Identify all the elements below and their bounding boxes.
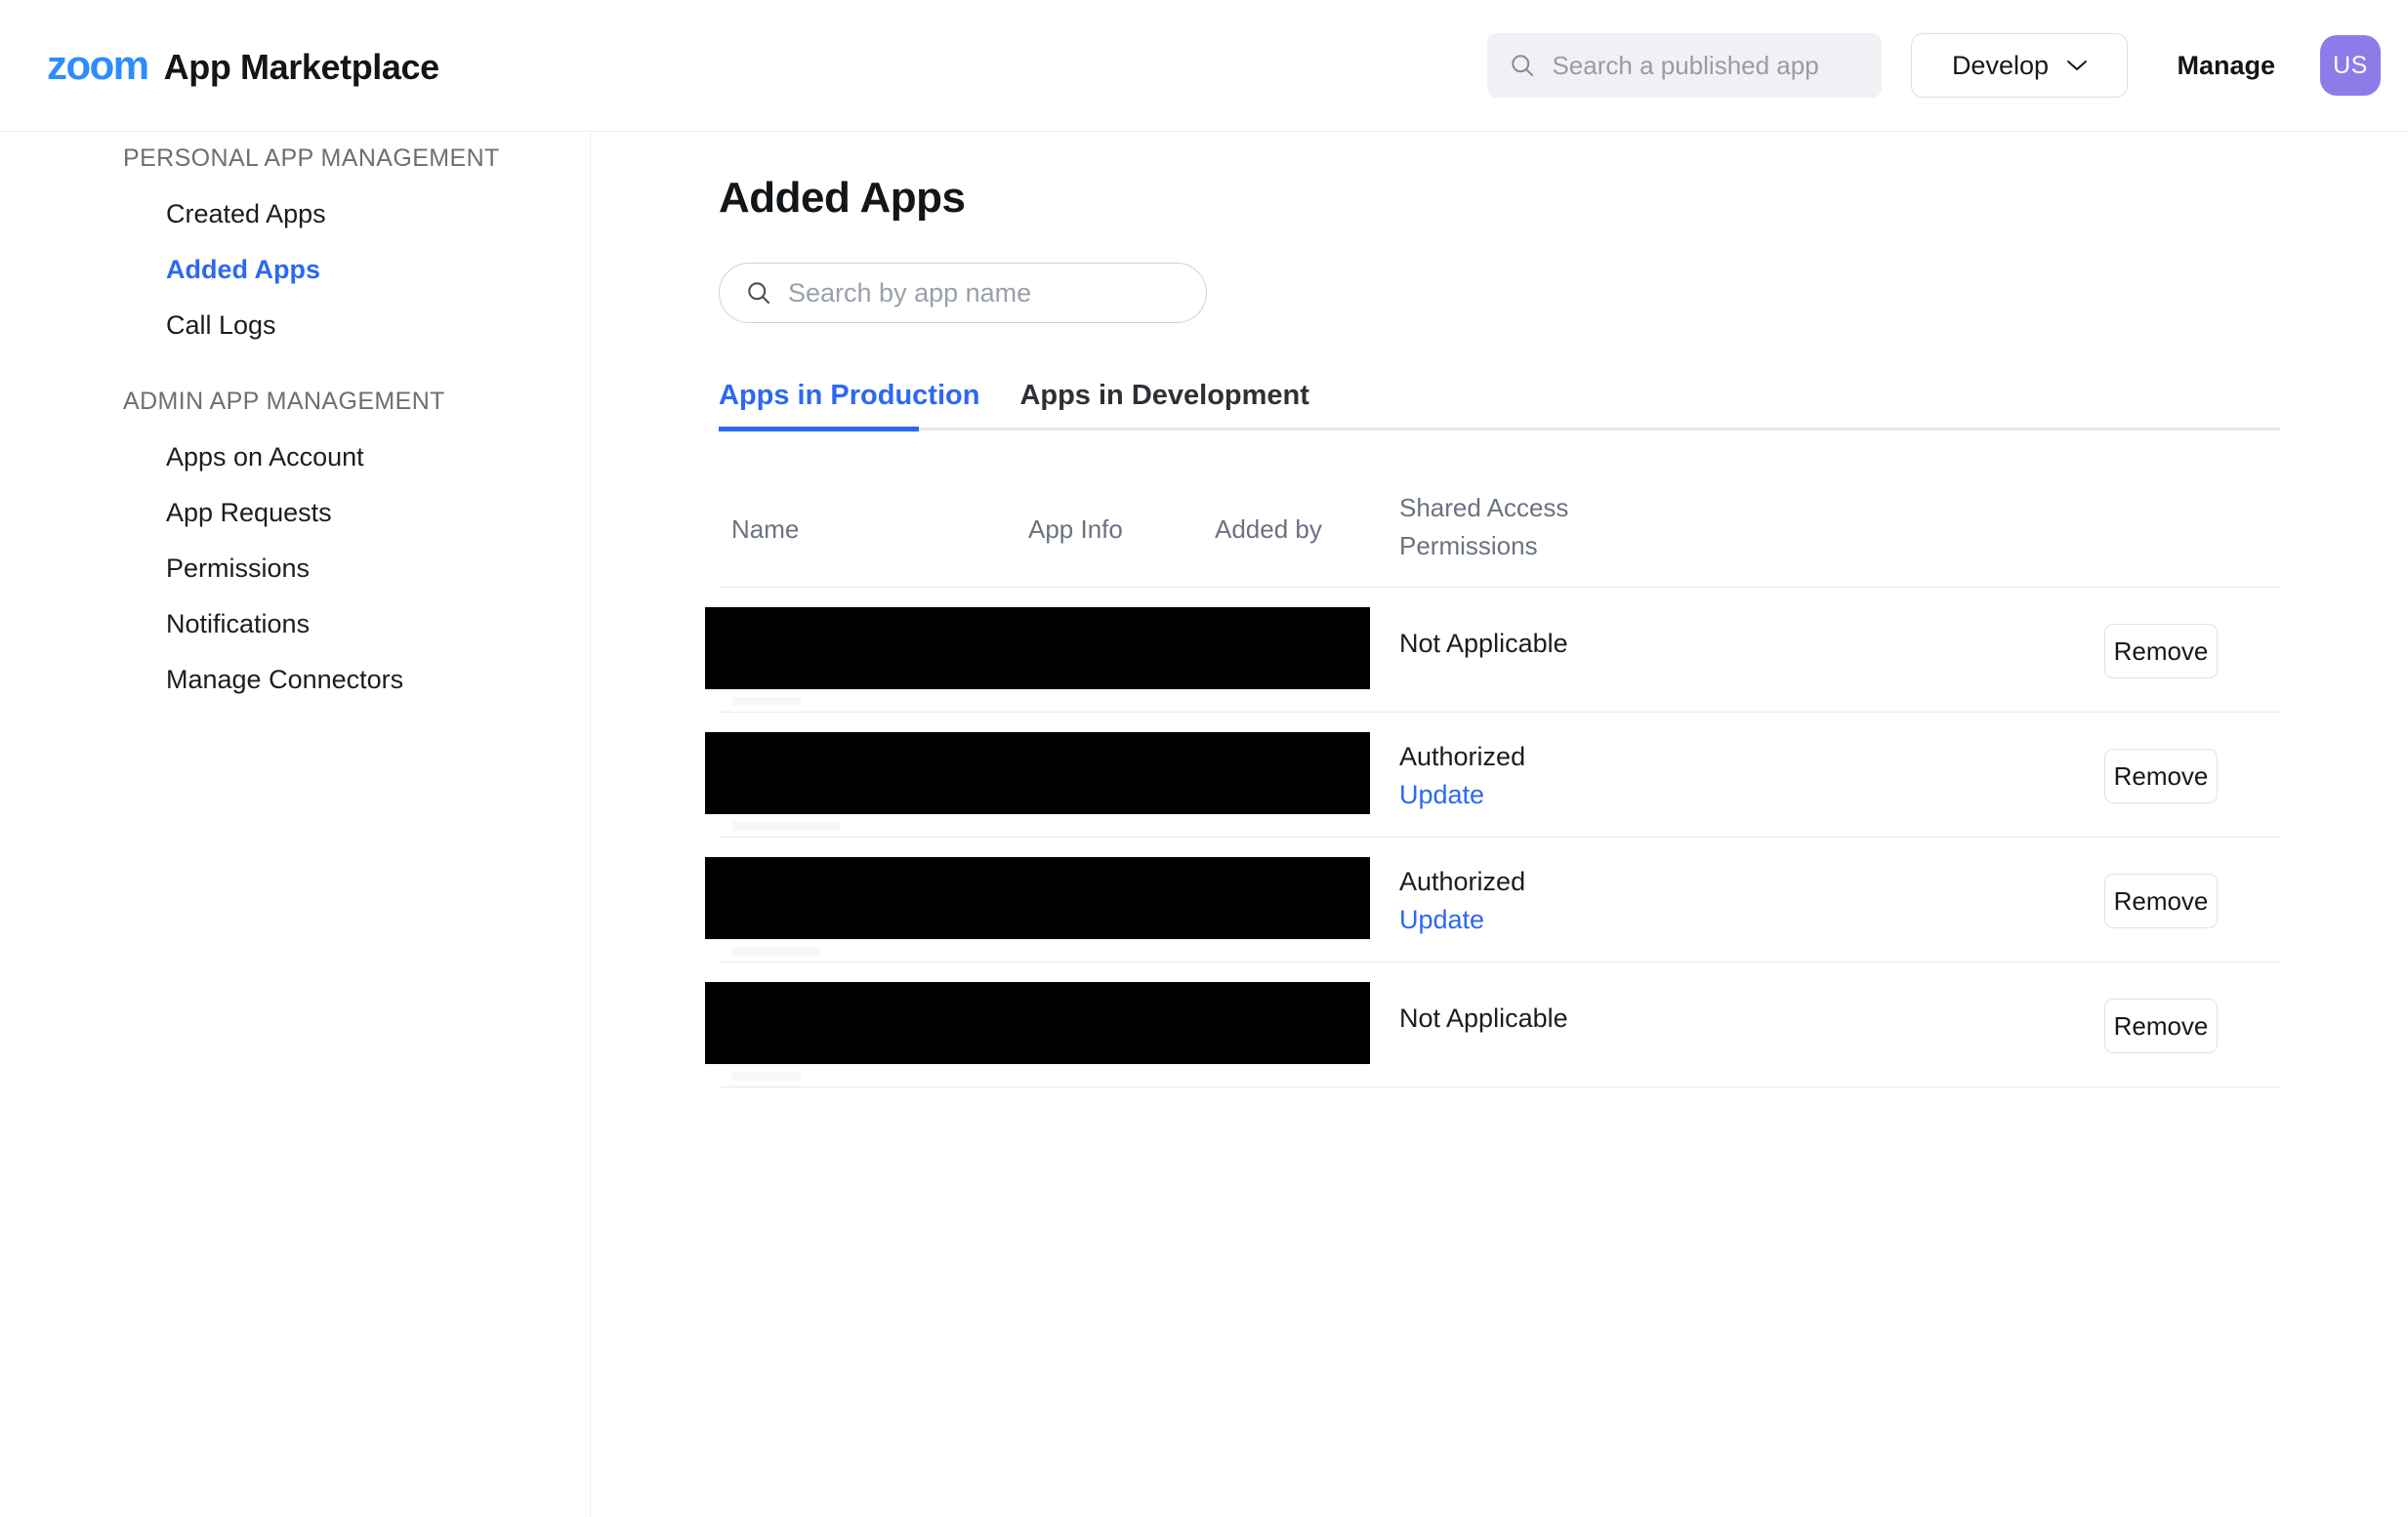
tab-apps-in-development[interactable]: Apps in Development [993,380,1323,428]
remove-button[interactable]: Remove [2104,999,2218,1053]
permission-status: Authorized Update [1399,866,1525,937]
update-permission-link[interactable]: Update [1399,779,1525,812]
search-icon [1509,52,1536,79]
brand[interactable]: zoom App Marketplace [47,45,439,86]
remove-button[interactable]: Remove [2104,749,2218,803]
avatar-initials: US [2333,52,2368,80]
permission-status-label: Not Applicable [1399,1004,1568,1033]
update-permission-link[interactable]: Update [1399,904,1525,937]
top-header: zoom App Marketplace Search a published … [0,0,2408,132]
table-row: Not Applicable Remove [719,963,2280,1087]
sidebar-item-call-logs[interactable]: Call Logs [166,310,276,341]
sidebar-item-notifications[interactable]: Notifications [166,609,310,639]
column-header-perm-line2: Permissions [1399,531,1575,561]
tabs-underline [719,428,2280,430]
sidebar-group-title-personal: PERSONAL APP MANAGEMENT [123,144,500,173]
develop-button-label: Develop [1952,53,2049,79]
permission-status-label: Not Applicable [1399,629,1568,658]
sidebar: PERSONAL APP MANAGEMENT Created Apps Add… [0,133,591,1517]
develop-button[interactable]: Develop [1911,33,2128,98]
table-header-row: Name App Info Added by Shared Access Per… [719,463,2280,588]
sidebar-item-manage-connectors[interactable]: Manage Connectors [166,665,403,695]
redacted-subtext [732,1072,801,1081]
column-header-app-info: App Info [1028,514,1123,545]
page-title: Added Apps [719,174,965,223]
remove-button[interactable]: Remove [2104,874,2218,928]
redacted-app-content [705,857,1370,939]
table-row: Not Applicable Remove [719,588,2280,713]
zoom-logo: zoom [47,45,148,86]
permission-status: Not Applicable [1399,1003,1568,1036]
app-name-search-input[interactable]: Search by app name [719,263,1207,323]
tab-apps-in-production[interactable]: Apps in Production [719,380,993,428]
global-search-input[interactable]: Search a published app [1487,33,1882,98]
table-row: Authorized Update Remove [719,838,2280,963]
sidebar-item-created-apps[interactable]: Created Apps [166,199,326,229]
sidebar-group-title-admin: ADMIN APP MANAGEMENT [123,388,445,416]
sidebar-item-permissions[interactable]: Permissions [166,554,310,584]
app-name-search-placeholder: Search by app name [788,280,1031,307]
redacted-app-content [705,732,1370,814]
redacted-subtext [732,947,820,956]
redacted-subtext [732,822,840,831]
added-apps-table: Name App Info Added by Shared Access Per… [719,463,2280,1087]
permission-status: Authorized Update [1399,741,1525,812]
global-search-placeholder: Search a published app [1552,53,1818,78]
app-marketplace-title: App Marketplace [164,50,439,85]
tabs-row: Apps in Production Apps in Development [719,367,2280,428]
permission-status-label: Authorized [1399,742,1525,771]
manage-link[interactable]: Manage [2153,53,2299,79]
sidebar-item-added-apps[interactable]: Added Apps [166,255,320,285]
chevron-down-icon [2066,59,2088,72]
column-header-name: Name [731,514,799,545]
column-header-added-by: Added by [1215,514,1322,545]
permission-status-label: Authorized [1399,867,1525,896]
main-content: Added Apps Search by app name Apps in Pr… [591,133,2408,1517]
avatar[interactable]: US [2320,35,2381,96]
permission-status: Not Applicable [1399,628,1568,661]
sidebar-item-app-requests[interactable]: App Requests [166,498,332,528]
remove-button[interactable]: Remove [2104,624,2218,678]
tab-active-indicator [719,427,919,431]
column-header-perm-line1: Shared Access [1399,493,1575,523]
header-actions: Search a published app Develop Manage US [1487,33,2381,98]
tabs: Apps in Production Apps in Development [719,367,2280,430]
search-icon [745,279,772,307]
table-row: Authorized Update Remove [719,713,2280,838]
redacted-app-content [705,607,1370,689]
redacted-subtext [732,697,801,706]
redacted-app-content [705,982,1370,1064]
sidebar-item-apps-on-account[interactable]: Apps on Account [166,442,364,472]
column-header-shared-access-permissions: Shared Access Permissions [1399,493,1575,561]
